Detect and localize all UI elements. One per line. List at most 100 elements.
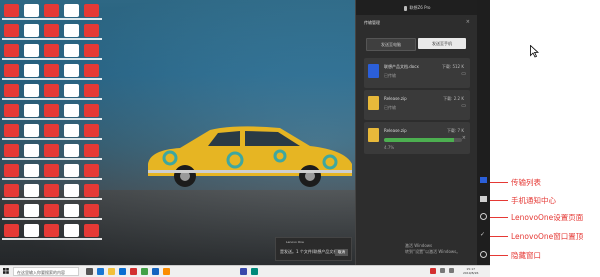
tray-lenovo-icon[interactable]	[430, 268, 436, 274]
desktop-shortcut-icon[interactable]	[24, 64, 39, 77]
tray-volume-icon[interactable]	[449, 268, 454, 273]
app-icon[interactable]	[240, 268, 247, 275]
taskbar-clock[interactable]: 15:17 2019/8/26	[463, 267, 478, 275]
desktop-shortcut-icon[interactable]	[4, 4, 19, 17]
desktop-shortcut-icon[interactable]	[4, 24, 19, 37]
desktop-shortcut-icon[interactable]	[24, 84, 39, 97]
desktop-shortcut-icon[interactable]	[64, 144, 79, 157]
toast-cancel-button[interactable]: 取消	[335, 249, 348, 256]
windows-start-icon[interactable]	[3, 268, 9, 274]
pin-icon[interactable]: ✓	[480, 232, 487, 238]
desktop-shortcut-icon[interactable]	[24, 44, 39, 57]
taskbar-search-input[interactable]: 在这里输入你要搜索的内容	[13, 267, 79, 276]
desktop-shortcut-icon[interactable]	[44, 124, 59, 137]
desktop-shortcut-icon[interactable]	[24, 124, 39, 137]
transfer-status: 4.7%	[384, 145, 395, 150]
desktop-shortcut-icon[interactable]	[24, 164, 39, 177]
desktop-shortcut-icon[interactable]	[84, 164, 99, 177]
file-explorer-icon[interactable]	[108, 268, 115, 275]
desktop-shortcut-icon[interactable]	[64, 84, 79, 97]
desktop-shortcut-icon[interactable]	[4, 224, 19, 237]
desktop-shortcut-label	[42, 38, 62, 40]
desktop-shortcut-icon[interactable]	[24, 24, 39, 37]
transfer-status: 已传输	[384, 73, 396, 78]
desktop-shortcut-icon[interactable]	[44, 204, 59, 217]
desktop-shortcut-label	[82, 178, 102, 180]
desktop-shortcut-icon[interactable]	[64, 44, 79, 57]
desktop-shortcut-icon[interactable]	[84, 104, 99, 117]
close-icon[interactable]: ×	[466, 19, 470, 25]
desktop-shortcut-icon[interactable]	[84, 184, 99, 197]
desktop-shortcut-icon[interactable]	[4, 124, 19, 137]
desktop-shortcut-icon[interactable]	[44, 44, 59, 57]
desktop-shortcut-icon[interactable]	[4, 64, 19, 77]
app-icon[interactable]	[130, 268, 137, 275]
tray-network-icon[interactable]	[440, 268, 445, 273]
desktop-shortcut-icon[interactable]	[4, 104, 19, 117]
store-icon[interactable]	[119, 268, 126, 275]
desktop-shortcut-icon[interactable]	[44, 144, 59, 157]
hide-window-icon[interactable]	[480, 251, 487, 258]
desktop-shortcut-icon[interactable]	[64, 24, 79, 37]
desktop-shortcut-icon[interactable]	[64, 224, 79, 237]
transfer-list-icon[interactable]	[480, 177, 487, 183]
desktop-shortcut-icon[interactable]	[44, 224, 59, 237]
task-view-icon[interactable]	[86, 268, 93, 275]
desktop-shortcut-icon[interactable]	[64, 64, 79, 77]
desktop-shortcut-icon[interactable]	[44, 64, 59, 77]
desktop-shortcut-icon[interactable]	[84, 84, 99, 97]
desktop-shortcut-icon[interactable]	[44, 184, 59, 197]
desktop-shortcut-icon[interactable]	[44, 84, 59, 97]
desktop-shortcut-icon[interactable]	[4, 44, 19, 57]
app-icon[interactable]	[251, 268, 258, 275]
desktop-shortcut-icon[interactable]	[84, 204, 99, 217]
tab-send-to-phone[interactable]: 发送至手机	[418, 38, 466, 49]
desktop-shortcut-icon[interactable]	[44, 164, 59, 177]
desktop-shortcut-icon[interactable]	[84, 44, 99, 57]
desktop-shortcut-icon[interactable]	[24, 104, 39, 117]
desktop-shortcut-icon[interactable]	[64, 124, 79, 137]
transfer-item[interactable]: 联想产品文档.docx 下载: 512 K 已传输 ▭	[364, 58, 470, 88]
desktop-shortcut-icon[interactable]	[84, 4, 99, 17]
tab-send-to-pc[interactable]: 发送至电脑	[366, 38, 416, 51]
desktop-shortcut-icon[interactable]	[84, 144, 99, 157]
desktop-shortcut-icon[interactable]	[84, 24, 99, 37]
desktop-shortcut-icon[interactable]	[84, 124, 99, 137]
notification-toast[interactable]: Lenovo One 是发送。1 个文件(联想产品文档... 取消	[275, 237, 352, 261]
app-icon[interactable]	[141, 268, 148, 275]
desktop-shortcut-icon[interactable]	[44, 4, 59, 17]
desktop-shortcut-icon[interactable]	[64, 204, 79, 217]
desktop-shortcut-icon[interactable]	[24, 204, 39, 217]
desktop-shortcut-icon[interactable]	[4, 84, 19, 97]
app-icon[interactable]	[163, 268, 170, 275]
notification-icon[interactable]	[480, 196, 487, 202]
cancel-icon[interactable]: ×	[462, 135, 466, 141]
desktop-shortcut-icon[interactable]	[64, 184, 79, 197]
desktop-shortcut-icon[interactable]	[44, 24, 59, 37]
desktop-shortcut-icon[interactable]	[64, 4, 79, 17]
desktop-shortcut-icon[interactable]	[4, 144, 19, 157]
transfer-item[interactable]: Release.zip 下载: 7 K 4.7% ×	[364, 122, 470, 154]
file-name: 联想产品文档.docx	[384, 64, 419, 69]
desktop-shortcut-icon[interactable]	[84, 64, 99, 77]
desktop-shortcut-icon[interactable]	[64, 164, 79, 177]
desktop-shortcut-label	[62, 238, 82, 240]
desktop-shortcut-icon[interactable]	[64, 104, 79, 117]
desktop-shortcut-label	[22, 198, 42, 200]
edge-icon[interactable]	[97, 268, 104, 275]
desktop-shortcut-icon[interactable]	[24, 224, 39, 237]
desktop-shortcut-icon[interactable]	[44, 104, 59, 117]
settings-icon[interactable]	[480, 213, 487, 220]
app-icon[interactable]	[152, 268, 159, 275]
desktop-shortcut-icon[interactable]	[84, 224, 99, 237]
desktop-shortcut-icon[interactable]	[24, 4, 39, 17]
desktop-shortcut-icon[interactable]	[4, 164, 19, 177]
folder-icon[interactable]: ▭	[461, 103, 466, 109]
transfer-item[interactable]: Release.zip 下载: 2.2 K 已传输 ▭	[364, 90, 470, 120]
desktop-shortcut-icon[interactable]	[24, 184, 39, 197]
desktop[interactable]: 联想Z6 Pro 传输管理 × 发送至电脑 发送至手机 联想产品文档.docx …	[0, 0, 490, 265]
desktop-shortcut-icon[interactable]	[4, 204, 19, 217]
folder-icon[interactable]: ▭	[461, 71, 466, 77]
desktop-shortcut-icon[interactable]	[4, 184, 19, 197]
desktop-shortcut-icon[interactable]	[24, 144, 39, 157]
